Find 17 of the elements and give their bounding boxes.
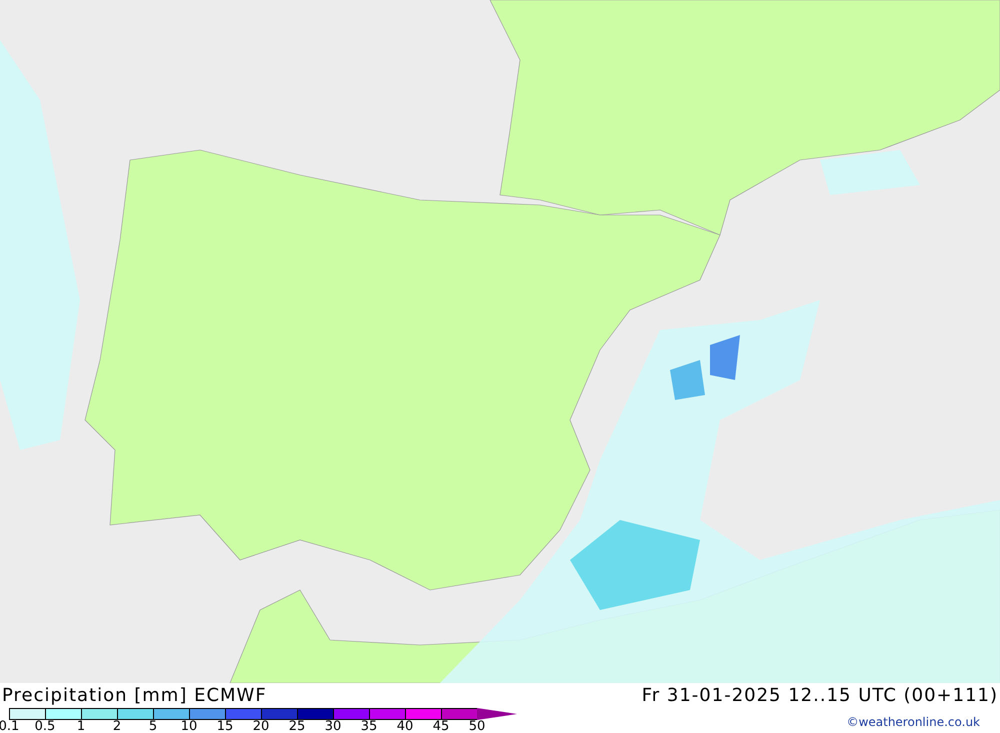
legend-label: 15	[216, 720, 234, 733]
legend-label: 5	[148, 720, 158, 733]
legend-label: 25	[288, 720, 306, 733]
legend-label: 1	[76, 720, 86, 733]
legend-label: 20	[252, 720, 270, 733]
legend-label: 10	[180, 720, 198, 733]
valid-time: Fr 31-01-2025 12..15 UTC (00+111)	[642, 685, 999, 706]
legend-label: 35	[360, 720, 378, 733]
legend-label: 0.5	[34, 720, 56, 733]
legend-label: 30	[324, 720, 342, 733]
legend-label: 45	[432, 720, 450, 733]
legend-label: 2	[112, 720, 122, 733]
map-title: Precipitation [mm] ECMWF	[1, 685, 267, 706]
scale-arrow-icon	[477, 708, 517, 720]
copyright-link[interactable]: ©weatheronline.co.uk	[846, 715, 1000, 733]
legend-label: 50	[468, 720, 486, 733]
legend-label: 40	[396, 720, 414, 733]
